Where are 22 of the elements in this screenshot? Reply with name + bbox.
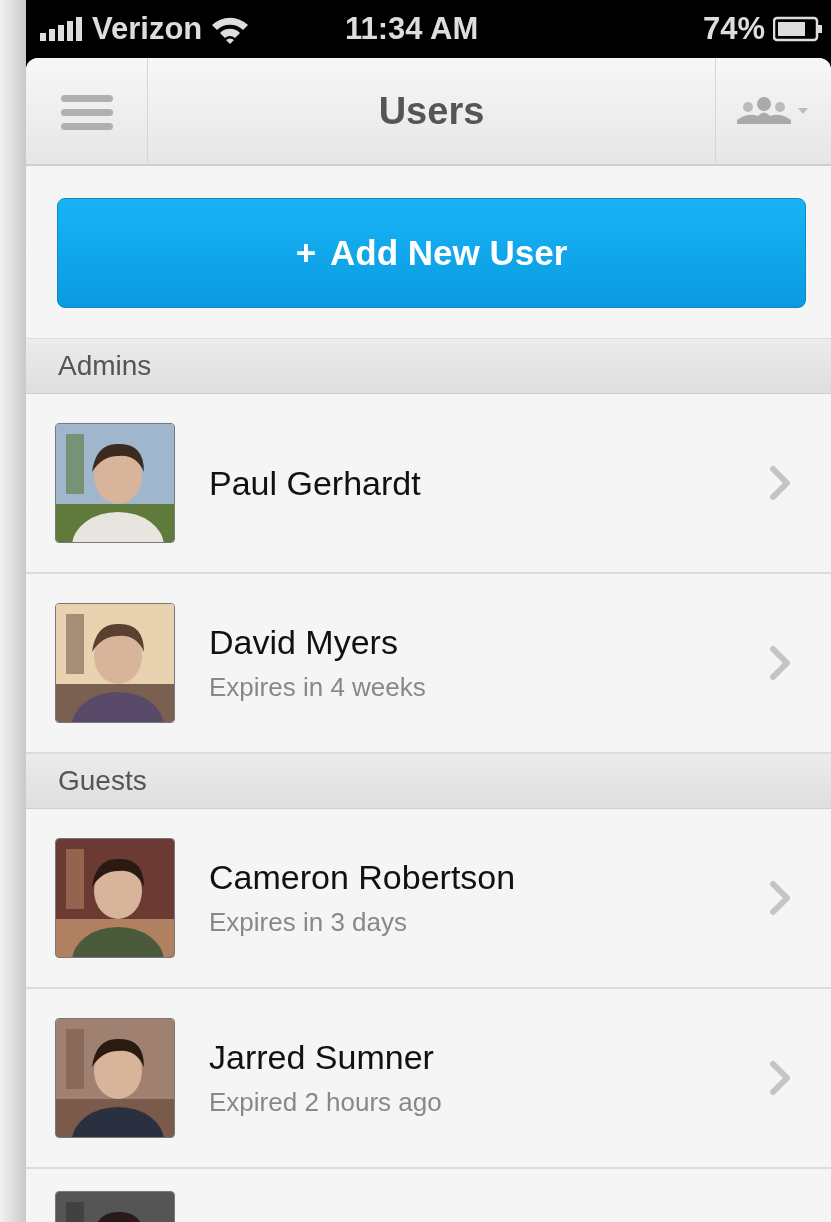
chevron-icon (769, 880, 791, 916)
battery-icon (773, 16, 823, 42)
user-name: Paul Gerhardt (209, 463, 422, 503)
user-name: Jarred Sumner (209, 1038, 435, 1077)
user-row[interactable]: Cameron Robertson Expires in 3 days (26, 809, 831, 989)
carrier-name: Verizon (92, 11, 203, 47)
screen-title: Users (377, 88, 486, 134)
user-name: Cameron Robertson (209, 858, 517, 897)
user-row[interactable]: Paul Gerhardt (26, 394, 831, 574)
expiry-text: Expires in 3 days (209, 907, 408, 938)
status-time: 11:34 AM (344, 11, 480, 47)
signal-icon (40, 17, 84, 41)
section-header: Guests (26, 754, 831, 809)
expiry-text: Expired 2 hours ago (209, 1087, 443, 1118)
section-header: Admins (26, 339, 831, 394)
expiry-text: Expires in 4 weeks (209, 672, 427, 703)
chevron-icon (769, 465, 791, 501)
user-name: David Myers (209, 623, 399, 662)
chevron-icon (769, 1060, 791, 1096)
chevron-icon (769, 645, 791, 681)
battery-percent: 74% (702, 11, 765, 47)
user-row[interactable]: Jarred Sumner Expired 2 hours ago (26, 989, 831, 1169)
